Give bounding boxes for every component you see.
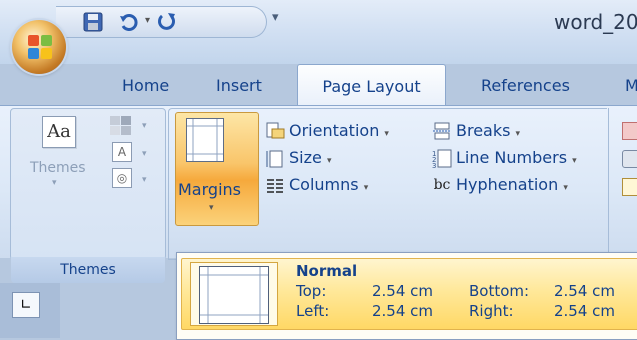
left-tab-icon: ∟ — [20, 297, 32, 313]
orientation-dropdown-icon: ▾ — [384, 129, 389, 139]
line-numbers-icon: 1 2 3 — [432, 148, 452, 170]
office-button[interactable] — [12, 20, 66, 74]
columns-dropdown-icon: ▾ — [363, 183, 369, 193]
breaks-dropdown-icon: ▾ — [515, 129, 521, 139]
window-title: word_200 — [554, 10, 637, 34]
page-color-icon[interactable] — [622, 150, 637, 168]
watermark-icon[interactable] — [622, 122, 637, 140]
themes-dropdown-icon[interactable]: ▾ — [52, 178, 57, 188]
undo-icon[interactable] — [118, 11, 140, 33]
hyphenation-icon: bc — [433, 177, 451, 193]
bottom-value: 2.54 cm — [554, 282, 616, 300]
hyphenation-button[interactable]: Hyphenation ▾ — [456, 175, 568, 198]
left-label: Left: — [296, 302, 330, 320]
hyphenation-dropdown-icon: ▾ — [563, 183, 568, 193]
themes-button-label[interactable]: Themes — [30, 160, 86, 176]
line-numbers-button[interactable]: Line Numbers ▾ — [456, 148, 577, 171]
left-value: 2.54 cm — [372, 302, 434, 320]
breaks-label: Breaks — [456, 121, 511, 140]
theme-effects-icon[interactable]: ◎ — [112, 168, 132, 188]
save-icon[interactable] — [82, 11, 104, 33]
top-value: 2.54 cm — [372, 282, 434, 300]
margins-option-name: Normal — [296, 262, 358, 280]
office-logo-icon — [28, 35, 52, 59]
margins-dropdown-icon[interactable]: ▾ — [209, 203, 214, 213]
columns-icon — [265, 175, 285, 195]
tab-references[interactable]: References — [481, 74, 570, 98]
themes-group-label: Themes — [11, 257, 165, 283]
theme-colors-icon[interactable] — [110, 116, 136, 136]
columns-button[interactable]: Columns ▾ — [289, 175, 368, 198]
right-label: Right: — [469, 302, 514, 320]
orientation-button[interactable]: Orientation ▾ — [289, 121, 389, 144]
undo-dropdown-icon[interactable]: ▾ — [145, 15, 150, 26]
tab-selector-button[interactable]: ∟ — [12, 292, 40, 318]
size-icon — [265, 148, 285, 168]
size-label: Size — [289, 148, 322, 167]
hyphenation-label: Hyphenation — [456, 175, 559, 194]
bottom-label: Bottom: — [469, 282, 530, 300]
orientation-icon — [265, 121, 285, 141]
theme-fonts-icon[interactable]: A — [112, 142, 132, 162]
theme-fonts-dropdown-icon[interactable]: ▾ — [142, 149, 147, 159]
orientation-label: Orientation — [289, 121, 380, 140]
right-value: 2.54 cm — [554, 302, 616, 320]
normal-margins-page-icon — [199, 266, 269, 324]
theme-effects-dropdown-icon[interactable]: ▾ — [142, 175, 147, 185]
columns-label: Columns — [289, 175, 359, 194]
top-label: Top: — [296, 282, 327, 300]
breaks-button[interactable]: Breaks ▾ — [456, 121, 520, 144]
redo-icon[interactable] — [156, 11, 178, 33]
tab-insert[interactable]: Insert — [216, 74, 262, 98]
breaks-icon — [432, 121, 452, 141]
line-numbers-label: Line Numbers — [456, 148, 568, 167]
tab-home[interactable]: Home — [122, 74, 169, 98]
size-dropdown-icon: ▾ — [326, 156, 332, 166]
quick-access-toolbar: ▾ — [56, 6, 267, 38]
size-button[interactable]: Size ▾ — [289, 148, 331, 171]
line-numbers-dropdown-icon: ▾ — [572, 156, 577, 166]
customize-qat-icon[interactable]: ▾ — [272, 10, 279, 25]
margins-label[interactable]: Margins — [178, 180, 241, 200]
svg-text:3: 3 — [432, 162, 436, 168]
theme-colors-dropdown-icon[interactable]: ▾ — [142, 121, 147, 131]
tab-mailings[interactable]: M — [625, 74, 637, 98]
themes-icon[interactable]: Aa — [42, 116, 76, 148]
margins-page-icon — [186, 118, 224, 162]
tab-page-layout[interactable]: Page Layout — [297, 64, 446, 107]
page-borders-icon[interactable] — [622, 178, 637, 196]
